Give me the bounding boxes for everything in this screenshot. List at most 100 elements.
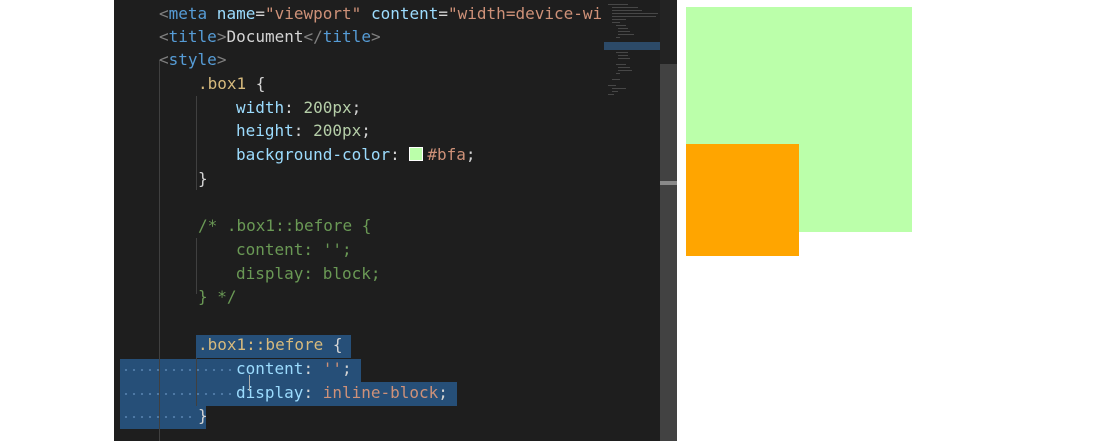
token: display: [236, 383, 304, 402]
token: <: [159, 4, 169, 23]
token: <: [159, 27, 169, 46]
minimap-line: [618, 31, 630, 32]
token: inline-block: [322, 383, 439, 402]
token: ;: [438, 383, 448, 402]
minimap-line: [616, 64, 626, 65]
token: }: [198, 169, 208, 188]
minimap-line: [612, 88, 626, 89]
minimap-line: [618, 58, 630, 59]
minimap-viewport-highlight: [604, 42, 660, 50]
token: :: [303, 383, 323, 402]
code-line: display: inline-block;: [236, 381, 448, 405]
token: height: [236, 121, 294, 140]
code-line: display: block;: [236, 262, 381, 286]
token: ;: [351, 98, 362, 117]
code-line: <meta name="viewport" content="width=dev…: [159, 2, 602, 26]
indent-guide: [196, 96, 197, 190]
scrollbar-cursor-marker: [660, 181, 677, 185]
code-line: .box1 {: [198, 72, 265, 96]
token: {: [323, 335, 343, 354]
minimap-line: [612, 13, 658, 14]
minimap-line: [616, 73, 620, 74]
token: >: [216, 27, 227, 46]
minimap-line: [612, 91, 618, 92]
token: =: [255, 4, 265, 23]
token: content: [361, 4, 439, 23]
minimap-line: [618, 55, 628, 56]
token: =: [438, 4, 449, 23]
token: name: [207, 4, 256, 23]
token: } */: [198, 287, 237, 306]
token: style: [168, 50, 217, 69]
token: Document: [226, 27, 304, 46]
minimap-line: [616, 37, 620, 38]
token: content: [236, 359, 304, 378]
minimap-line: [612, 79, 620, 80]
token: #bfa: [427, 145, 466, 164]
code-line: height: 200px;: [236, 119, 371, 143]
token: "width=device-wi: [448, 4, 603, 23]
code-line: <title>Document</title>: [159, 25, 381, 49]
minimap-line: [612, 10, 642, 11]
browser-preview: [677, 0, 1114, 441]
minimap-line: [612, 7, 638, 8]
indent-guide: [196, 238, 197, 294]
minimap-line: [612, 22, 620, 23]
minimap-line: [608, 4, 628, 5]
token: :: [303, 359, 323, 378]
indent-guide: [159, 60, 160, 441]
minimap[interactable]: [604, 0, 660, 441]
token: .box1: [198, 74, 247, 93]
token: 200px: [313, 121, 362, 140]
token: {: [246, 74, 266, 93]
code-line: }: [198, 167, 208, 191]
text-cursor: [249, 375, 250, 391]
minimap-line: [612, 16, 656, 17]
token: title: [168, 27, 217, 46]
token: '': [322, 359, 342, 378]
scrollbar-thumb[interactable]: [660, 64, 677, 441]
minimap-line: [612, 19, 626, 20]
token: ;: [465, 145, 476, 164]
minimap-line: [618, 67, 630, 68]
token: }: [198, 406, 208, 425]
minimap-line: [616, 25, 626, 26]
box1-before-pseudo-element: [686, 144, 799, 256]
token: ;: [361, 121, 371, 140]
token: :: [293, 121, 314, 140]
code-line: .box1::before {: [198, 333, 343, 357]
token: :: [284, 98, 304, 117]
token: title: [322, 27, 371, 46]
code-line: } */: [198, 285, 237, 309]
minimap-line: [608, 94, 614, 95]
token: :: [390, 145, 410, 164]
token: content: '';: [236, 240, 352, 259]
code-line: width: 200px;: [236, 96, 361, 120]
indent-guide: [196, 358, 197, 406]
token: meta: [168, 4, 208, 23]
token: <: [159, 50, 169, 69]
code-line: <style>: [159, 48, 226, 72]
code-line: content: '';: [236, 238, 352, 262]
token: .box1::before: [198, 335, 324, 354]
token: /* .box1::before {: [198, 216, 372, 235]
token: background-color: [236, 145, 391, 164]
code-line: content: '';: [236, 357, 352, 381]
code-line: /* .box1::before {: [198, 214, 371, 238]
minimap-line: [616, 52, 628, 53]
code-line: }: [198, 404, 208, 428]
token: >: [370, 27, 381, 46]
token: 200px: [303, 98, 352, 117]
minimap-line: [618, 34, 634, 35]
token: "viewport": [264, 4, 362, 23]
token: </: [303, 27, 323, 46]
code-editor[interactable]: <meta name="viewport" content="width=dev…: [114, 0, 662, 441]
color-swatch-icon[interactable]: [409, 147, 424, 161]
minimap-line: [618, 28, 628, 29]
token: ;: [341, 359, 352, 378]
minimap-line: [618, 70, 632, 71]
minimap-line: [608, 85, 616, 86]
token: display: block;: [236, 264, 381, 283]
token: >: [216, 50, 227, 69]
code-line: background-color: #bfa;: [236, 143, 476, 167]
